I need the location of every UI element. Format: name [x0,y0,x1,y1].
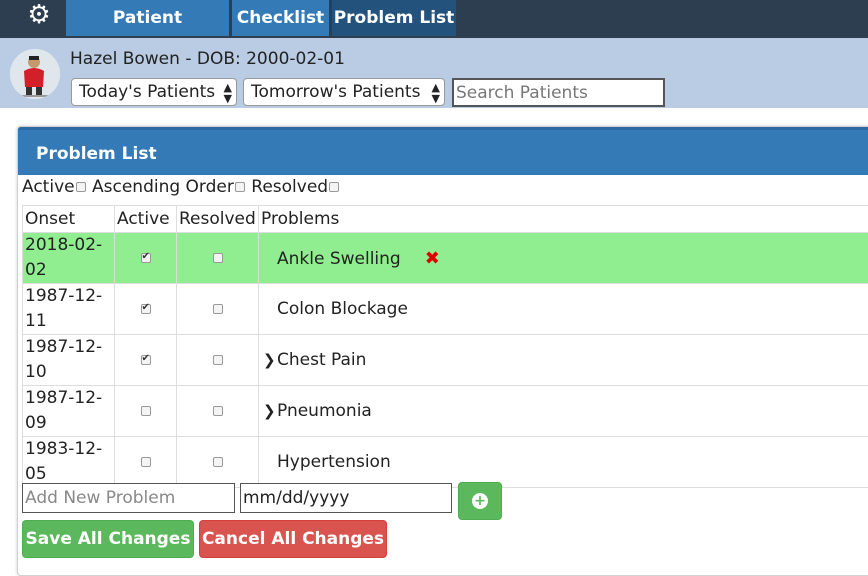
top-navbar: ⚙ Patient Summary Checklist Problem List [0,0,868,38]
select-arrows-icon: ▲▼ [224,79,232,104]
resolved-checkbox[interactable] [213,457,223,467]
avatar [10,49,60,99]
problem-table: Onset Active Resolved Problems 2018-02-0… [22,205,868,488]
table-row: 1987-12-09 ❯Pneumonia [23,386,868,437]
problem-cell: Hypertension [259,437,868,488]
problem-name[interactable]: Colon Blockage [277,299,408,319]
problem-name[interactable]: Ankle Swelling [277,249,401,269]
column-header-active: Active [115,206,177,233]
resolved-checkbox[interactable] [213,304,223,314]
filter-ascending-label: Ascending Order [92,177,234,197]
column-header-problems: Problems [259,206,868,233]
new-problem-input[interactable] [22,483,235,513]
panel-title: Problem List [36,144,157,164]
problem-name[interactable]: Chest Pain [277,350,366,370]
todays-patients-select[interactable]: Today's Patients ▲▼ [71,78,237,106]
onset-date-input[interactable] [240,483,452,513]
search-patients-input[interactable] [452,78,665,107]
add-problem-button[interactable]: + [458,482,502,520]
tab-patient-summary[interactable]: Patient Summary [66,0,229,36]
resolved-checkbox[interactable] [213,406,223,416]
resolved-cell [177,335,259,386]
table-header-row: Onset Active Resolved Problems [23,206,868,233]
panel-header: Problem List [18,127,868,175]
tab-checklist[interactable]: Checklist [232,0,329,36]
active-checkbox[interactable] [141,253,151,263]
active-checkbox[interactable] [141,355,151,365]
column-header-resolved: Resolved [177,206,259,233]
active-cell [115,335,177,386]
filter-resolved-label: Resolved [251,177,328,197]
active-cell [115,386,177,437]
problem-cell: ❯Chest Pain [259,335,868,386]
onset-cell: 1983-12-05 [23,437,115,488]
filter-active-checkbox[interactable] [76,182,86,192]
tomorrows-patients-select[interactable]: Tomorrow's Patients ▲▼ [243,78,445,106]
table-row: 1987-12-11 Colon Blockage [23,284,868,335]
plus-circle-icon: + [472,493,488,509]
onset-cell: 1987-12-09 [23,386,115,437]
save-all-changes-button[interactable]: Save All Changes [22,520,194,558]
onset-cell: 1987-12-11 [23,284,115,335]
problem-cell: Ankle Swelling ✖ [259,233,868,284]
tomorrows-patients-label: Tomorrow's Patients [251,82,420,102]
resolved-checkbox[interactable] [213,253,223,263]
problem-list-panel: Problem List Active Ascending Order Reso… [17,126,868,576]
select-arrows-icon: ▲▼ [432,79,440,104]
cancel-all-changes-button[interactable]: Cancel All Changes [199,520,387,558]
patient-name-dob: Hazel Bowen - DOB: 2000-02-01 [70,49,345,69]
filter-active-label: Active [22,177,75,197]
chevron-right-icon[interactable]: ❯ [263,402,277,420]
active-checkbox[interactable] [141,304,151,314]
active-cell [115,284,177,335]
problem-name[interactable]: Pneumonia [277,401,372,421]
onset-cell: 2018-02-02 [23,233,115,284]
active-checkbox[interactable] [141,457,151,467]
tab-problem-list[interactable]: Problem List [332,0,456,36]
gear-icon[interactable]: ⚙ [22,0,56,36]
onset-cell: 1987-12-10 [23,335,115,386]
problem-name[interactable]: Hypertension [277,452,391,472]
problem-cell: Colon Blockage [259,284,868,335]
active-checkbox[interactable] [141,406,151,416]
filter-ascending-checkbox[interactable] [235,182,245,192]
filter-row: Active Ascending Order Resolved [22,177,340,197]
table-row: 1983-12-05 Hypertension [23,437,868,488]
patient-bar: Hazel Bowen - DOB: 2000-02-01 Today's Pa… [0,38,868,108]
resolved-cell [177,437,259,488]
resolved-cell [177,386,259,437]
delete-icon[interactable]: ✖ [425,248,440,269]
column-header-onset: Onset [23,206,115,233]
table-row: 2018-02-02 Ankle Swelling ✖ [23,233,868,284]
resolved-checkbox[interactable] [213,355,223,365]
resolved-cell [177,233,259,284]
active-cell [115,437,177,488]
chevron-right-icon[interactable]: ❯ [263,351,277,369]
todays-patients-label: Today's Patients [79,82,215,102]
active-cell [115,233,177,284]
resolved-cell [177,284,259,335]
filter-resolved-checkbox[interactable] [329,182,339,192]
table-row: 1987-12-10 ❯Chest Pain [23,335,868,386]
problem-cell: ❯Pneumonia [259,386,868,437]
